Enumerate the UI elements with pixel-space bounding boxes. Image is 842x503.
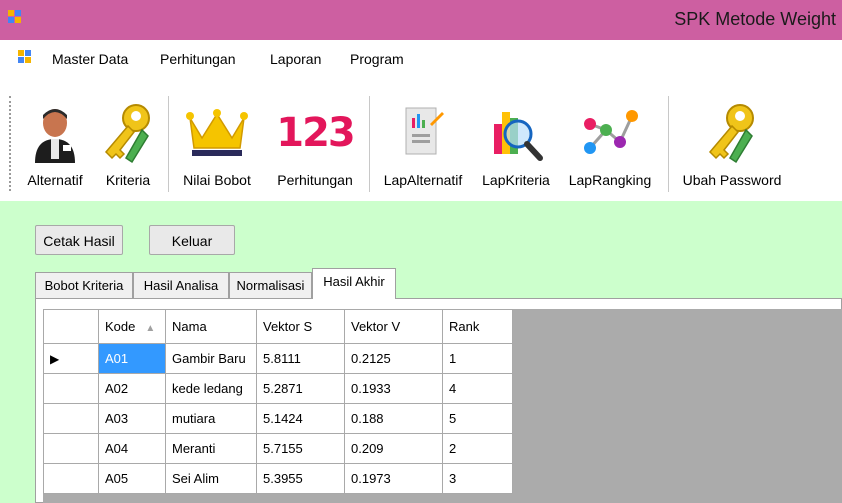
crown-icon [186, 109, 248, 156]
toolbar-label: LapRangking [568, 172, 652, 188]
cell-vektor-s[interactable]: 5.2871 [256, 373, 345, 404]
cell-kode[interactable]: A03 [98, 403, 166, 434]
cell-nama[interactable]: mutiara [165, 403, 257, 434]
cell-vektor-s[interactable]: 5.7155 [256, 433, 345, 464]
cell-kode[interactable]: A04 [98, 433, 166, 464]
cell-vektor-v[interactable]: 0.188 [344, 403, 443, 434]
menu-master-data[interactable]: Master Data [52, 51, 128, 67]
network-icon [584, 110, 638, 154]
table-row[interactable]: A02 kede ledang 5.2871 0.1933 4 [43, 373, 513, 404]
cell-kode[interactable]: A05 [98, 463, 166, 494]
column-header-nama[interactable]: Nama [165, 309, 257, 344]
toolbar-lapkriteria-button[interactable]: LapKriteria [474, 102, 558, 200]
cell-rank[interactable]: 2 [442, 433, 513, 464]
toolbar-laprangking-button[interactable]: LapRangking [561, 102, 659, 200]
magnifier-chart-icon [494, 112, 543, 161]
toolbar-lapalternatif-button[interactable]: LapAlternatif [373, 102, 473, 200]
toolbar-alternatif-button[interactable]: Alternatif [18, 102, 92, 200]
toolbar-separator [168, 96, 169, 192]
row-header[interactable] [43, 463, 99, 494]
title-bar: SPK Metode Weight [0, 0, 842, 40]
cell-rank[interactable]: 5 [442, 403, 513, 434]
cetak-hasil-button[interactable]: Cetak Hasil [35, 225, 123, 255]
menu-bar: Master Data Perhitungan Laporan Program [0, 40, 842, 80]
person-icon [35, 109, 75, 163]
cell-nama[interactable]: Meranti [165, 433, 257, 464]
menu-laporan[interactable]: Laporan [270, 51, 321, 67]
cell-vektor-v[interactable]: 0.2125 [344, 343, 443, 374]
column-header-label: Kode [105, 319, 136, 334]
form-icon[interactable] [18, 50, 32, 64]
toolbar-perhitungan-button[interactable]: 123 Perhitungan [265, 102, 365, 200]
cell-vektor-s[interactable]: 5.1424 [256, 403, 345, 434]
tab-normalisasi[interactable]: Normalisasi [229, 272, 312, 298]
toolbar-label: LapAlternatif [383, 172, 463, 188]
toolbar-separator [668, 96, 669, 192]
row-header-corner[interactable] [43, 309, 99, 344]
table-row[interactable]: A04 Meranti 5.7155 0.209 2 [43, 433, 513, 464]
toolbar-separator [369, 96, 370, 192]
toolbar-label: Perhitungan [277, 172, 353, 188]
table-row[interactable]: A03 mutiara 5.1424 0.188 5 [43, 403, 513, 434]
table-row[interactable]: ▶ A01 Gambir Baru 5.8111 0.2125 1 [43, 343, 513, 374]
numbers-123-icon: 123 [276, 110, 355, 156]
keys-icon [708, 104, 754, 164]
toolbar-kriteria-button[interactable]: Kriteria [92, 102, 164, 200]
toolbar-label: LapKriteria [482, 172, 550, 188]
report-icon [405, 107, 444, 155]
toolbar-label: Nilai Bobot [183, 172, 251, 188]
toolbar-label: Ubah Password [682, 172, 782, 188]
column-header-vektor-s[interactable]: Vektor S [256, 309, 345, 344]
toolbar-label: Alternatif [27, 172, 83, 188]
result-grid[interactable]: Kode ▲ Nama Vektor S Vektor V Rank ▶ A01 … [43, 309, 513, 494]
grid-header-row: Kode ▲ Nama Vektor S Vektor V Rank [43, 309, 513, 344]
column-header-vektor-v[interactable]: Vektor V [344, 309, 443, 344]
current-row-indicator-icon[interactable]: ▶ [43, 343, 99, 374]
cell-rank[interactable]: 1 [442, 343, 513, 374]
menu-perhitungan[interactable]: Perhitungan [160, 51, 236, 67]
tab-hasil-analisa[interactable]: Hasil Analisa [133, 272, 229, 298]
cell-nama[interactable]: Sei Alim [165, 463, 257, 494]
cell-vektor-s[interactable]: 5.3955 [256, 463, 345, 494]
app-icon [8, 10, 21, 23]
cell-nama[interactable]: kede ledang [165, 373, 257, 404]
sort-ascending-icon: ▲ [145, 323, 156, 334]
row-header[interactable] [43, 373, 99, 404]
window-title: SPK Metode Weight [674, 9, 836, 29]
cell-nama[interactable]: Gambir Baru [165, 343, 257, 374]
cell-vektor-v[interactable]: 0.1973 [344, 463, 443, 494]
cell-rank[interactable]: 3 [442, 463, 513, 494]
toolbar-ubah-password-button[interactable]: Ubah Password [672, 102, 792, 200]
cell-rank[interactable]: 4 [442, 373, 513, 404]
cell-vektor-v[interactable]: 0.209 [344, 433, 443, 464]
cell-vektor-v[interactable]: 0.1933 [344, 373, 443, 404]
toolbar-grip[interactable] [9, 96, 13, 191]
keys-icon [104, 104, 150, 164]
menu-program[interactable]: Program [350, 51, 404, 67]
tab-bobot-kriteria[interactable]: Bobot Kriteria [35, 272, 133, 298]
table-row[interactable]: A05 Sei Alim 5.3955 0.1973 3 [43, 463, 513, 494]
tab-hasil-akhir[interactable]: Hasil Akhir [312, 268, 396, 299]
column-header-kode[interactable]: Kode ▲ [98, 309, 166, 344]
cell-vektor-s[interactable]: 5.8111 [256, 343, 345, 374]
cell-kode[interactable]: A02 [98, 373, 166, 404]
row-header[interactable] [43, 433, 99, 464]
toolbar-label: Kriteria [105, 172, 151, 188]
toolbar-nilai-bobot-button[interactable]: Nilai Bobot [172, 102, 262, 200]
row-header[interactable] [43, 403, 99, 434]
column-header-rank[interactable]: Rank [442, 309, 513, 344]
keluar-button[interactable]: Keluar [149, 225, 235, 255]
cell-kode[interactable]: A01 [98, 343, 166, 374]
